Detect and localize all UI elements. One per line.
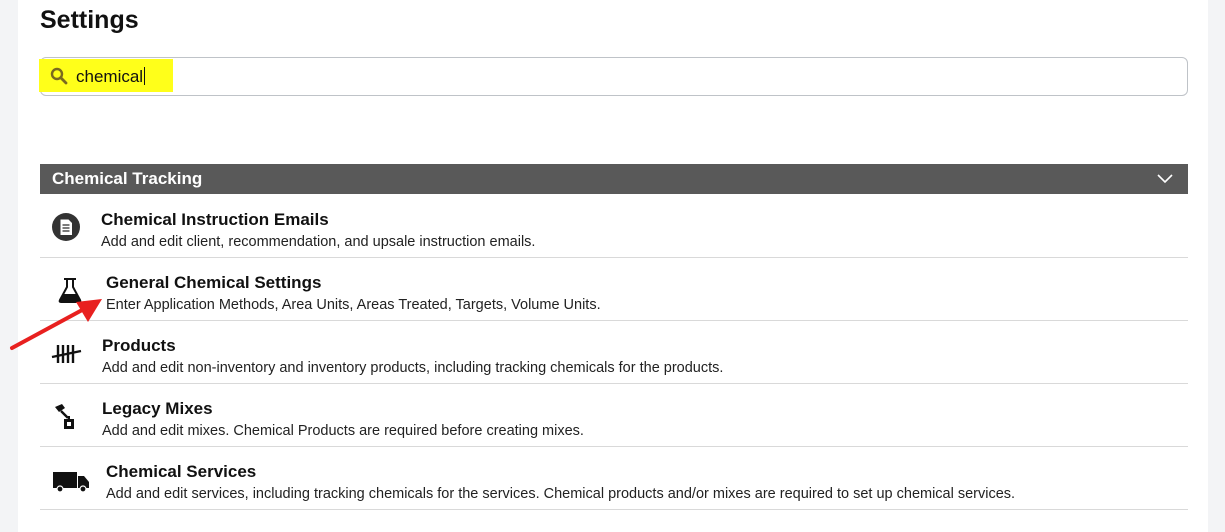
mix-icon xyxy=(55,404,74,429)
settings-item-products[interactable]: Products Add and edit non-inventory and … xyxy=(40,321,1188,384)
chevron-down-icon[interactable] xyxy=(1156,171,1174,185)
item-description: Add and edit non-inventory and inventory… xyxy=(102,360,724,376)
item-title: Legacy Mixes xyxy=(102,399,213,418)
truck-icon xyxy=(53,472,89,493)
section-header-chemical-tracking[interactable]: Chemical Tracking xyxy=(40,164,1188,194)
search-input-value: chemical xyxy=(76,67,146,86)
item-title: Chemical Services xyxy=(106,462,257,481)
item-description: Add and edit mixes. Chemical Products ar… xyxy=(102,423,584,439)
item-title: Chemical Instruction Emails xyxy=(101,210,329,229)
settings-item-chemical-services[interactable]: Chemical Services Add and edit services,… xyxy=(40,447,1188,510)
item-description: Enter Application Methods, Area Units, A… xyxy=(106,297,601,313)
search-icon xyxy=(50,67,68,85)
search-query-text: chemical xyxy=(76,67,144,86)
document-circle-icon xyxy=(52,213,80,241)
search-input[interactable]: chemical xyxy=(39,57,1188,96)
red-arrow-annotation xyxy=(10,299,102,350)
settings-item-legacy-mixes[interactable]: Legacy Mixes Add and edit mixes. Chemica… xyxy=(40,384,1188,447)
settings-item-chemical-instruction-emails[interactable]: Chemical Instruction Emails Add and edit… xyxy=(40,195,1188,258)
settings-item-general-chemical-settings[interactable]: General Chemical Settings Enter Applicat… xyxy=(40,258,1188,321)
text-caret xyxy=(144,67,146,85)
page-title: Settings xyxy=(40,6,139,34)
item-title: General Chemical Settings xyxy=(106,273,322,292)
item-description: Add and edit client, recommendation, and… xyxy=(101,234,536,250)
item-description: Add and edit services, including trackin… xyxy=(106,486,1016,502)
section-title: Chemical Tracking xyxy=(52,169,203,188)
